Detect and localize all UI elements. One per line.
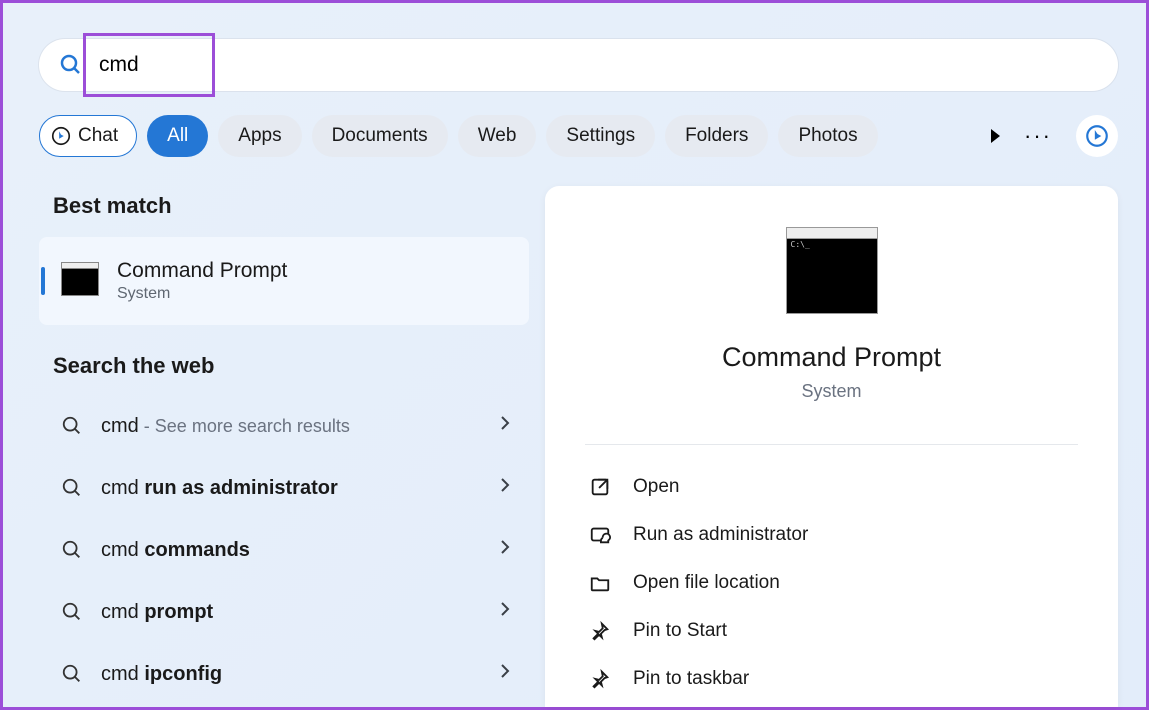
bing-button[interactable]: [1076, 115, 1118, 157]
web-result-item[interactable]: cmd commands: [39, 521, 529, 579]
overflow-menu-icon[interactable]: ···: [1024, 123, 1052, 149]
web-result-label: cmd - See more search results: [101, 415, 499, 438]
search-icon: [61, 415, 83, 437]
action-label: Open file location: [633, 572, 780, 594]
tab-chat[interactable]: Chat: [39, 115, 137, 157]
web-result-label: cmd run as administrator: [101, 477, 499, 500]
command-prompt-icon: [61, 266, 99, 296]
tab-chat-label: Chat: [78, 125, 118, 147]
web-result-item[interactable]: cmd ipconfig: [39, 645, 529, 703]
web-result-item[interactable]: cmd - See more search results: [39, 397, 529, 455]
divider: [585, 444, 1078, 445]
best-match-subtitle: System: [117, 285, 287, 303]
search-icon: [61, 477, 83, 499]
action-pin-to-start[interactable]: Pin to Start: [585, 607, 1078, 655]
search-icon: [57, 51, 85, 79]
web-result-label: cmd prompt: [101, 601, 499, 624]
results-column: Best match Command Prompt System Search …: [39, 193, 529, 703]
chevron-right-icon[interactable]: [499, 476, 511, 500]
action-open[interactable]: Open: [585, 463, 1078, 511]
best-match-title: Command Prompt: [117, 259, 287, 283]
filter-tabs: Chat All Apps Documents Web Settings Fol…: [39, 115, 878, 157]
command-prompt-large-icon: [786, 236, 878, 314]
action-run-as-administrator[interactable]: Run as administrator: [585, 511, 1078, 559]
search-icon: [61, 601, 83, 623]
search-icon: [61, 539, 83, 561]
search-icon: [61, 663, 83, 685]
bing-icon: [50, 125, 72, 147]
detail-subtitle: System: [585, 381, 1078, 402]
folder-icon: [589, 572, 611, 594]
tab-all[interactable]: All: [147, 115, 208, 157]
open-icon: [589, 476, 611, 498]
filter-actions: ···: [991, 115, 1118, 157]
best-match-heading: Best match: [39, 193, 529, 219]
search-input[interactable]: [85, 53, 1100, 77]
web-results-list: cmd - See more search results cmd run as …: [39, 397, 529, 703]
action-open-file-location[interactable]: Open file location: [585, 559, 1078, 607]
pin-icon: [589, 620, 611, 642]
tab-photos[interactable]: Photos: [778, 115, 877, 157]
detail-title: Command Prompt: [585, 342, 1078, 373]
tab-documents[interactable]: Documents: [312, 115, 448, 157]
web-result-item[interactable]: cmd prompt: [39, 583, 529, 641]
tab-folders[interactable]: Folders: [665, 115, 768, 157]
chevron-right-icon[interactable]: [499, 600, 511, 624]
action-label: Run as administrator: [633, 524, 808, 546]
tab-web[interactable]: Web: [458, 115, 537, 157]
action-label: Open: [633, 476, 679, 498]
web-result-label: cmd ipconfig: [101, 663, 499, 686]
detail-panel: Command Prompt System Open Run as adminis…: [545, 186, 1118, 707]
action-label: Pin to Start: [633, 620, 727, 642]
web-result-label: cmd commands: [101, 539, 499, 562]
best-match-result[interactable]: Command Prompt System: [39, 237, 529, 325]
search-web-heading: Search the web: [39, 353, 529, 379]
tab-settings[interactable]: Settings: [546, 115, 655, 157]
search-bar[interactable]: [39, 39, 1118, 91]
chevron-right-icon[interactable]: [499, 538, 511, 562]
action-label: Pin to taskbar: [633, 668, 749, 690]
chevron-right-icon[interactable]: [499, 662, 511, 686]
tab-apps[interactable]: Apps: [218, 115, 301, 157]
chevron-right-icon[interactable]: [499, 414, 511, 438]
more-filters-arrow-icon[interactable]: [991, 129, 1000, 143]
admin-icon: [589, 524, 611, 546]
web-result-item[interactable]: cmd run as administrator: [39, 459, 529, 517]
action-list: Open Run as administrator Open file locati…: [585, 463, 1078, 703]
pin-icon: [589, 668, 611, 690]
action-pin-to-taskbar[interactable]: Pin to taskbar: [585, 655, 1078, 703]
